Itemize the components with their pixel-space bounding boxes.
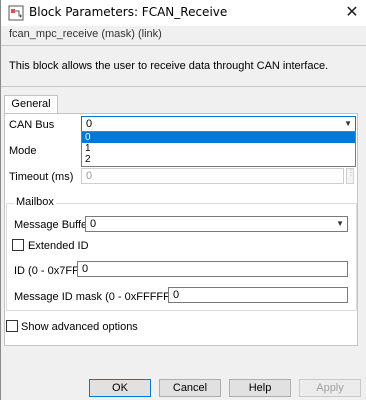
- id-mask-label: Message ID mask (0 - 0xFFFFFFFF): [14, 291, 194, 303]
- can-bus-label: CAN Bus: [9, 119, 55, 131]
- chevron-down-icon: ▼: [336, 219, 344, 228]
- extended-id-checkbox[interactable]: [12, 239, 24, 251]
- id-mask-field[interactable]: 0: [168, 287, 348, 303]
- close-glyph: ✕: [345, 4, 359, 21]
- panel-scrollbar[interactable]: [360, 113, 366, 346]
- mode-label: Mode: [9, 145, 37, 157]
- timeout-value: 0: [86, 170, 93, 182]
- mask-description: This block allows the user to receive da…: [9, 60, 329, 72]
- timeout-label: Timeout (ms): [9, 171, 74, 183]
- can-bus-value: 0: [86, 118, 93, 130]
- can-bus-option[interactable]: 2: [82, 154, 355, 165]
- timeout-field: 0: [81, 168, 344, 184]
- can-bus-select[interactable]: 0 ▼: [81, 116, 356, 132]
- ok-button[interactable]: OK: [89, 379, 151, 397]
- close-icon[interactable]: ✕: [337, 0, 366, 24]
- description-box: This block allows the user to receive da…: [1, 45, 366, 87]
- chevron-down-icon: ▼: [344, 119, 352, 128]
- block-parameters-dialog: Block Parameters: FCAN_Receive ✕ fcan_mp…: [0, 0, 366, 400]
- apply-button[interactable]: Apply: [299, 379, 361, 397]
- can-bus-option[interactable]: 0: [82, 132, 355, 143]
- mask-title: fcan_mpc_receive (mask) (link): [9, 28, 162, 40]
- show-advanced-label: Show advanced options: [21, 321, 138, 333]
- title-bar: Block Parameters: FCAN_Receive ✕: [1, 0, 366, 26]
- id-value: 0: [82, 263, 89, 275]
- id-mask-value: 0: [173, 289, 180, 301]
- message-buffer-label: Message Buffer: [14, 219, 91, 231]
- extended-id-label: Extended ID: [28, 240, 89, 252]
- help-button[interactable]: Help: [229, 379, 291, 397]
- simulink-icon: [8, 5, 24, 21]
- message-buffer-value: 0: [90, 218, 97, 230]
- can-bus-dropdown-list: 0 1 2: [81, 131, 356, 167]
- show-advanced-checkbox[interactable]: [6, 320, 18, 332]
- cancel-button[interactable]: Cancel: [159, 379, 221, 397]
- timeout-spinner: ⋮: [346, 168, 355, 184]
- tab-general[interactable]: General: [4, 95, 58, 114]
- id-field[interactable]: 0: [77, 261, 348, 277]
- window-title: Block Parameters: FCAN_Receive: [29, 5, 228, 19]
- id-label: ID (0 - 0x7FF): [14, 265, 83, 277]
- can-bus-option[interactable]: 1: [82, 143, 355, 154]
- message-buffer-select[interactable]: 0 ▼: [85, 216, 348, 232]
- mailbox-group-label: Mailbox: [14, 196, 56, 208]
